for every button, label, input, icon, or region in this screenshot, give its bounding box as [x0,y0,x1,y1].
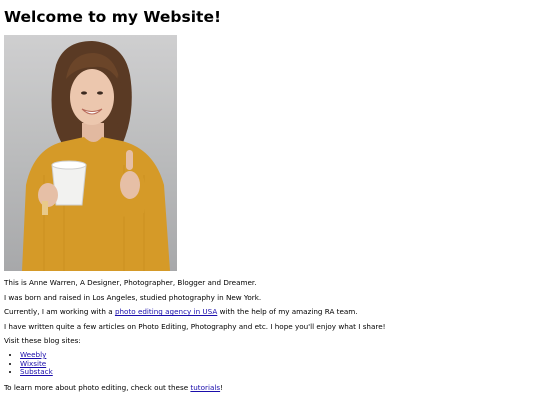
work-text-after: with the help of my amazing RA team. [217,307,358,317]
learn-more-text: To learn more about photo editing, check… [4,383,534,392]
blogs-label: Visit these blog sites: [4,336,81,346]
work-text: Currently, I am working with a photo edi… [4,307,534,316]
list-item: Wixsite [20,359,534,369]
list-item: Substack [20,367,534,377]
substack-link[interactable]: Substack [20,367,53,376]
background-text: I was born and raised in Los Angeles, st… [4,292,262,302]
photo-editing-agency-link[interactable]: photo editing agency in USA [115,307,217,316]
portrait-illustration [22,41,170,271]
list-item: Weebly [20,350,534,360]
intro-text: This is Anne Warren, A Designer, Photogr… [4,278,257,287]
bio-section: This is Anne Warren, A Designer, Photogr… [4,278,534,397]
blog-list: Weebly Wixsite Substack [4,350,534,377]
work-text-before: Currently, I am working with a [4,307,115,317]
learn-more-after: ! [220,382,223,392]
articles-text: I have written quite a few articles on P… [4,321,386,331]
page-title: Welcome to my Website! [4,8,222,26]
profile-photo [4,35,177,271]
tutorials-link[interactable]: tutorials [190,383,220,392]
page-content: Welcome to my Website! This is Anne Warr… [4,6,536,392]
learn-more-before: To learn more about photo editing, check… [4,382,191,392]
